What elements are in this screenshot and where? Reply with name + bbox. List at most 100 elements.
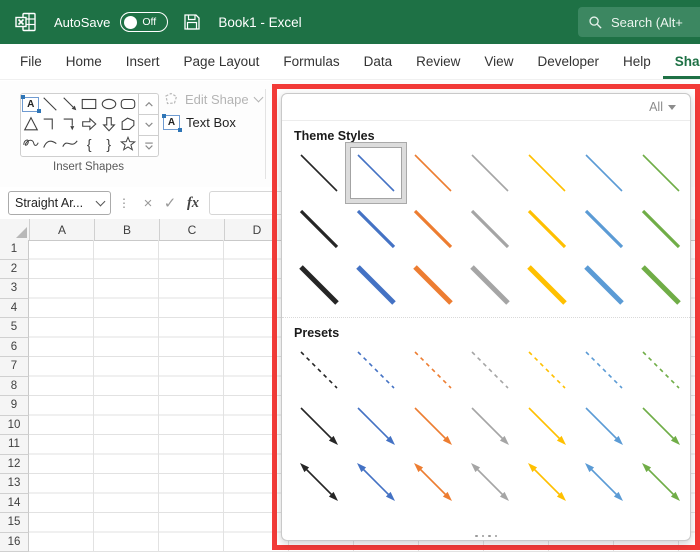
style-swatch[interactable] bbox=[632, 201, 689, 257]
style-swatch[interactable] bbox=[518, 201, 575, 257]
row-header-6[interactable]: 6 bbox=[0, 337, 29, 357]
style-swatch[interactable] bbox=[632, 145, 689, 201]
rounded-rectangle-shape-icon[interactable] bbox=[119, 94, 139, 114]
style-swatch[interactable] bbox=[404, 398, 461, 454]
autosave-toggle[interactable]: Off bbox=[120, 12, 169, 32]
style-swatch[interactable] bbox=[518, 398, 575, 454]
style-swatch[interactable] bbox=[632, 454, 689, 510]
style-swatch[interactable] bbox=[347, 398, 404, 454]
scribble-shape-icon[interactable] bbox=[21, 134, 41, 154]
style-swatch[interactable] bbox=[575, 201, 632, 257]
style-swatch[interactable] bbox=[404, 342, 461, 398]
column-header-B[interactable]: B bbox=[95, 219, 160, 240]
style-swatch[interactable] bbox=[290, 342, 347, 398]
style-swatch[interactable] bbox=[461, 398, 518, 454]
row-header-4[interactable]: 4 bbox=[0, 298, 29, 318]
gallery-scroll-up-button[interactable] bbox=[139, 94, 158, 114]
style-swatch[interactable] bbox=[518, 342, 575, 398]
style-swatch[interactable] bbox=[461, 454, 518, 510]
gallery-more-button[interactable] bbox=[139, 135, 158, 156]
gallery-scroll-down-button[interactable] bbox=[139, 114, 158, 135]
cancel-button[interactable]: × bbox=[137, 195, 159, 212]
oval-shape-icon[interactable] bbox=[99, 94, 119, 114]
row-header-3[interactable]: 3 bbox=[0, 279, 29, 299]
resize-handle[interactable] bbox=[282, 534, 690, 537]
row-header-7[interactable]: 7 bbox=[0, 357, 29, 377]
elbow-arrow-connector-shape-icon[interactable] bbox=[60, 114, 80, 134]
style-swatch[interactable] bbox=[347, 342, 404, 398]
style-swatch[interactable] bbox=[290, 257, 347, 313]
text-box-button[interactable]: A Text Box bbox=[161, 113, 236, 132]
style-swatch[interactable] bbox=[575, 257, 632, 313]
line-arrow-shape-icon[interactable] bbox=[60, 94, 80, 114]
style-swatch[interactable] bbox=[632, 342, 689, 398]
style-swatch[interactable] bbox=[575, 454, 632, 510]
right-brace-shape-icon[interactable]: } bbox=[99, 134, 119, 154]
rectangle-shape-icon[interactable] bbox=[80, 94, 100, 114]
tab-help[interactable]: Help bbox=[611, 44, 663, 79]
style-swatch[interactable] bbox=[347, 454, 404, 510]
tab-view[interactable]: View bbox=[472, 44, 525, 79]
style-swatch[interactable] bbox=[290, 201, 347, 257]
style-swatch[interactable] bbox=[518, 454, 575, 510]
column-header-C[interactable]: C bbox=[160, 219, 225, 240]
style-swatch[interactable] bbox=[290, 145, 347, 201]
select-all-button[interactable] bbox=[0, 219, 30, 240]
style-swatch[interactable] bbox=[347, 257, 404, 313]
name-box[interactable]: Straight Ar... bbox=[8, 191, 111, 215]
row-header-2[interactable]: 2 bbox=[0, 259, 29, 279]
style-swatch[interactable] bbox=[404, 454, 461, 510]
tab-insert[interactable]: Insert bbox=[114, 44, 172, 79]
freeform-shape-icon[interactable] bbox=[119, 114, 139, 134]
style-swatch[interactable] bbox=[404, 145, 461, 201]
tab-developer[interactable]: Developer bbox=[525, 44, 611, 79]
tab-data[interactable]: Data bbox=[352, 44, 405, 79]
row-header-14[interactable]: 14 bbox=[0, 493, 29, 513]
row-header-1[interactable]: 1 bbox=[0, 240, 29, 260]
tab-home[interactable]: Home bbox=[54, 44, 114, 79]
enter-button[interactable]: ✓ bbox=[159, 194, 181, 212]
row-header-15[interactable]: 15 bbox=[0, 513, 29, 533]
row-header-12[interactable]: 12 bbox=[0, 454, 29, 474]
star-shape-icon[interactable] bbox=[119, 134, 139, 154]
style-swatch[interactable] bbox=[346, 144, 405, 202]
style-swatch[interactable] bbox=[461, 201, 518, 257]
row-header-16[interactable]: 16 bbox=[0, 532, 29, 552]
row-header-11[interactable]: 11 bbox=[0, 435, 29, 455]
style-swatch[interactable] bbox=[404, 257, 461, 313]
left-brace-shape-icon[interactable]: { bbox=[80, 134, 100, 154]
tab-file[interactable]: File bbox=[8, 44, 54, 79]
search-box[interactable]: Search (Alt+ bbox=[578, 7, 700, 37]
elbow-connector-shape-icon[interactable] bbox=[41, 114, 61, 134]
style-swatch[interactable] bbox=[290, 454, 347, 510]
style-swatch[interactable] bbox=[404, 201, 461, 257]
right-arrow-shape-icon[interactable] bbox=[80, 114, 100, 134]
column-header-A[interactable]: A bbox=[30, 219, 95, 240]
style-swatch[interactable] bbox=[575, 145, 632, 201]
save-icon[interactable] bbox=[182, 12, 202, 32]
style-filter-dropdown[interactable]: All bbox=[649, 100, 676, 114]
insert-function-button[interactable]: fx bbox=[181, 195, 205, 212]
tab-shape-fo[interactable]: Shape Fo bbox=[663, 44, 700, 79]
style-swatch[interactable] bbox=[518, 145, 575, 201]
tab-review[interactable]: Review bbox=[404, 44, 472, 79]
style-swatch[interactable] bbox=[461, 342, 518, 398]
style-swatch[interactable] bbox=[518, 257, 575, 313]
triangle-shape-icon[interactable] bbox=[21, 114, 41, 134]
tab-page-layout[interactable]: Page Layout bbox=[172, 44, 272, 79]
row-header-9[interactable]: 9 bbox=[0, 396, 29, 416]
curve-shape-icon[interactable] bbox=[60, 134, 80, 154]
row-header-8[interactable]: 8 bbox=[0, 376, 29, 396]
style-swatch[interactable] bbox=[461, 257, 518, 313]
row-header-10[interactable]: 10 bbox=[0, 415, 29, 435]
style-swatch[interactable] bbox=[632, 257, 689, 313]
row-header-13[interactable]: 13 bbox=[0, 474, 29, 494]
style-swatch[interactable] bbox=[347, 201, 404, 257]
style-swatch[interactable] bbox=[575, 398, 632, 454]
row-header-5[interactable]: 5 bbox=[0, 318, 29, 338]
tab-formulas[interactable]: Formulas bbox=[271, 44, 351, 79]
style-swatch[interactable] bbox=[290, 398, 347, 454]
line-shape-icon[interactable] bbox=[41, 94, 61, 114]
style-swatch[interactable] bbox=[461, 145, 518, 201]
down-arrow-shape-icon[interactable] bbox=[99, 114, 119, 134]
